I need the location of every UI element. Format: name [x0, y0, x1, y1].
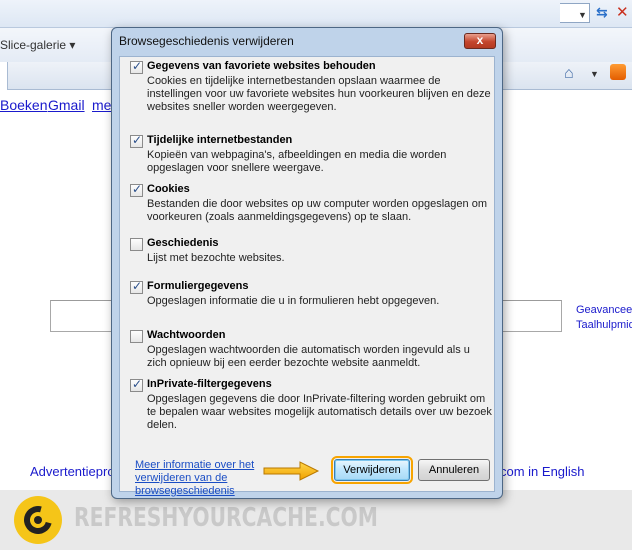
- option-title: InPrivate-filtergegevens: [147, 378, 272, 390]
- option-description: Opgeslagen informatie die u in formulier…: [147, 295, 440, 307]
- brand-strip: REFRESHYOURCACHE.COM: [0, 490, 632, 550]
- delete-button[interactable]: Verwijderen: [331, 456, 413, 484]
- checkbox-preserve-favorites[interactable]: ✓: [130, 59, 143, 74]
- chevron-down-icon[interactable]: ▼: [590, 69, 599, 79]
- checkmark-icon: ✓: [132, 279, 143, 293]
- option-description: Lijst met bezochte websites.: [147, 252, 285, 264]
- option-description: Cookies en tijdelijke internetbestanden …: [147, 75, 491, 113]
- option-description: Kopieën van webpagina's, afbeeldingen en…: [147, 149, 447, 174]
- option-title: Geschiedenis: [147, 237, 219, 249]
- advertising-link[interactable]: Advertentiepro: [30, 464, 115, 479]
- option-description: Opgeslagen wachtwoorden die automatisch …: [147, 344, 470, 369]
- checkbox-inprivate-filter[interactable]: ✓: [130, 377, 143, 392]
- checkmark-icon: ✓: [132, 182, 143, 196]
- address-dropdown[interactable]: ▼: [560, 3, 590, 23]
- link-gmail[interactable]: Gmail: [48, 97, 85, 113]
- option-title: Wachtwoorden: [147, 329, 226, 341]
- option-description: Bestanden die door websites op uw comput…: [147, 198, 487, 223]
- stop-icon[interactable]: ✕: [616, 3, 629, 21]
- checkmark-icon: ✓: [132, 59, 143, 73]
- link-boeken[interactable]: Boeken: [0, 97, 47, 113]
- address-bar-controls: ▼ ⇆ ✕: [560, 2, 632, 26]
- checkbox-form-data[interactable]: ✓: [130, 279, 143, 294]
- checkbox-temporary-files[interactable]: ✓: [130, 133, 143, 148]
- address-bar-area: ▼ ⇆ ✕: [0, 0, 632, 28]
- slice-gallery-button[interactable]: Slice-galerie ▾: [0, 38, 75, 52]
- chevron-down-icon: ▼: [578, 10, 587, 20]
- brand-text: REFRESHYOURCACHE.COM: [74, 503, 378, 533]
- link-more[interactable]: me: [92, 97, 111, 113]
- dialog-body: ✓ Gegevens van favoriete websites behoud…: [119, 56, 495, 497]
- refresh-icon[interactable]: ⇆: [596, 4, 608, 21]
- checkbox-history[interactable]: [130, 238, 143, 251]
- language-tools-link[interactable]: Taalhulpmid: [576, 319, 632, 331]
- close-button[interactable]: x: [464, 33, 496, 49]
- checkbox-cookies[interactable]: ✓: [130, 182, 143, 197]
- checkbox-passwords[interactable]: [130, 330, 143, 343]
- option-title: Cookies: [147, 183, 190, 195]
- option-title: Tijdelijke internetbestanden: [147, 134, 293, 146]
- advanced-search-link[interactable]: Geavancee: [576, 304, 632, 316]
- tab-edge: [0, 62, 8, 90]
- option-title: Formuliergegevens: [147, 280, 249, 292]
- english-link[interactable]: com in English: [500, 464, 585, 479]
- dialog-title: Browsegeschiedenis verwijderen: [119, 34, 294, 48]
- checkmark-icon: ✓: [132, 377, 143, 391]
- home-icon[interactable]: ⌂: [564, 65, 574, 83]
- option-description: Opgeslagen gegevens die door InPrivate-f…: [147, 393, 492, 431]
- refreshyourcache-logo-icon: [14, 496, 62, 544]
- option-title: Gegevens van favoriete websites behouden: [147, 60, 376, 72]
- cancel-button[interactable]: Annuleren: [418, 459, 490, 481]
- close-icon: x: [476, 33, 484, 47]
- pointer-arrow-icon: [263, 461, 320, 481]
- rss-icon[interactable]: [610, 64, 626, 80]
- checkmark-icon: ✓: [132, 133, 143, 147]
- delete-history-dialog: Browsegeschiedenis verwijderen x ✓ Gegev…: [111, 27, 503, 499]
